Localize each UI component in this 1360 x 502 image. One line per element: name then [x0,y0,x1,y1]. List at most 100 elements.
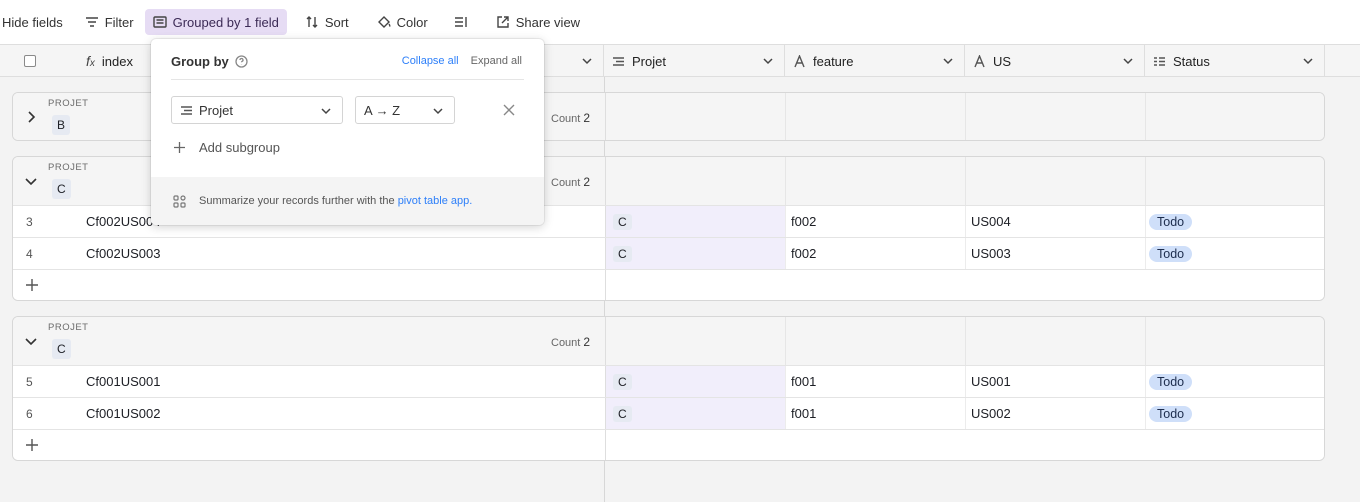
pivot-table-link[interactable]: pivot table app. [398,195,473,207]
row-separator [965,206,966,237]
group-value-badge: B [52,115,71,135]
group-count: Count 2 [551,175,590,189]
chevron-down-icon[interactable] [23,333,39,349]
row-separator [785,206,786,237]
sort-button[interactable]: Sort [299,9,355,35]
cell-us[interactable]: US004 [971,206,1011,237]
row-separator [1145,238,1146,269]
row-divider [605,430,606,460]
filter-label: Filter [104,14,134,30]
group-order-value: A → Z [364,102,401,118]
plus-icon[interactable] [25,438,39,452]
share-view-label: Share view [515,14,581,30]
cell-status[interactable]: Todo [1149,206,1193,237]
projet-badge: C [613,245,632,262]
count-value: 2 [583,111,591,125]
plus-icon[interactable] [25,278,39,292]
chevron-right-icon[interactable] [23,109,39,125]
group-order-select[interactable]: A → Z [355,96,455,124]
sort-icon [306,16,318,28]
chevron-down-icon [943,58,953,65]
group-c: PROJET C Count 2 5 Cf001US001 C f001 US00… [12,316,1325,461]
row-height-icon [454,17,467,27]
count-value: 2 [583,335,591,349]
column-index-label: index [101,53,133,69]
cell-feature[interactable]: f002 [791,206,816,237]
cell-status[interactable]: Todo [1149,238,1193,269]
chevron-down-icon [321,108,331,115]
cell-us[interactable]: US003 [971,238,1011,269]
hide-fields-button[interactable]: Hide fields [0,9,69,35]
column-header-status[interactable]: Status [1145,45,1325,77]
paint-bucket-icon [377,16,391,28]
status-pill: Todo [1149,405,1193,422]
filter-button[interactable]: Filter [79,9,140,35]
cell-feature[interactable]: f001 [791,398,816,429]
pivot-hint: Summarize your records further with the … [151,177,544,225]
cell-index[interactable]: Cf002US003 [86,238,160,269]
cell-projet[interactable]: C [605,398,785,429]
row-number: 4 [26,246,33,261]
projet-badge: C [613,373,632,390]
table-row[interactable]: 4 Cf002US003 C f002 US003 Todo [13,237,1324,269]
cell-us[interactable]: US002 [971,398,1011,429]
row-number: 6 [26,406,33,421]
row-separator [1145,366,1146,397]
help-icon[interactable] [235,55,248,68]
group-column-line [1145,93,1146,140]
cell-status[interactable]: Todo [1149,398,1193,429]
collapse-expand-links: Collapse all Expand all [402,55,522,67]
column-projet-label: Projet [632,53,666,69]
row-height-button[interactable] [448,9,474,35]
collapse-all-link[interactable]: Collapse all [402,55,459,67]
close-icon[interactable] [503,104,515,116]
group-header[interactable]: PROJET C Count 2 [13,317,1324,365]
row-separator [965,238,966,269]
group-column-line [785,93,786,140]
column-header-us[interactable]: US [965,45,1145,77]
formula-icon: fx [86,53,95,69]
group-field-value: Projet [199,102,233,118]
column-header-feature[interactable]: feature [785,45,965,77]
pivot-hint-prefix: Summarize your records further with the [199,195,398,207]
add-subgroup-button[interactable]: Add subgroup [173,140,280,155]
group-field-title: PROJET [48,322,89,333]
select-all-checkbox[interactable] [24,55,36,67]
text-field-icon [974,54,985,67]
chevron-down-icon[interactable] [23,173,39,189]
cell-feature[interactable]: f002 [791,238,816,269]
group-value-badge: C [52,179,71,199]
cell-status[interactable]: Todo [1149,366,1193,397]
group-button[interactable]: Grouped by 1 field [144,9,287,35]
select-all-cell [0,45,75,77]
cell-feature[interactable]: f001 [791,366,816,397]
chevron-down-icon [433,108,443,115]
color-button[interactable]: Color [371,9,434,35]
add-record-row[interactable] [13,429,1324,460]
status-pill: Todo [1149,373,1193,390]
cell-projet[interactable]: C [605,238,785,269]
expand-all-link[interactable]: Expand all [471,55,522,67]
table-row[interactable]: 6 Cf001US002 C f001 US002 Todo [13,397,1324,429]
row-number: 5 [26,374,33,389]
cell-us[interactable]: US001 [971,366,1011,397]
cell-index[interactable]: Cf002US004 [86,206,160,237]
group-field-title: PROJET [48,98,89,109]
add-record-row[interactable] [13,269,1324,300]
column-header-projet[interactable]: Projet [604,45,785,77]
cell-index[interactable]: Cf001US001 [86,366,160,397]
multi-select-icon [1154,56,1165,66]
chevron-down-icon [1123,58,1133,65]
share-view-button[interactable]: Share view [490,9,586,35]
group-by-popover: Group by Collapse all Expand all Projet … [151,39,544,225]
pivot-hint-text: Summarize your records further with the … [199,195,472,207]
row-separator [785,398,786,429]
cell-projet[interactable]: C [605,366,785,397]
single-select-icon [181,105,192,115]
group-field-select[interactable]: Projet [171,96,343,124]
group-divider [605,93,606,140]
table-row[interactable]: 5 Cf001US001 C f001 US001 Todo [13,365,1324,397]
cell-index[interactable]: Cf001US002 [86,398,160,429]
cell-projet[interactable]: C [605,206,785,237]
add-subgroup-label: Add subgroup [199,140,280,155]
